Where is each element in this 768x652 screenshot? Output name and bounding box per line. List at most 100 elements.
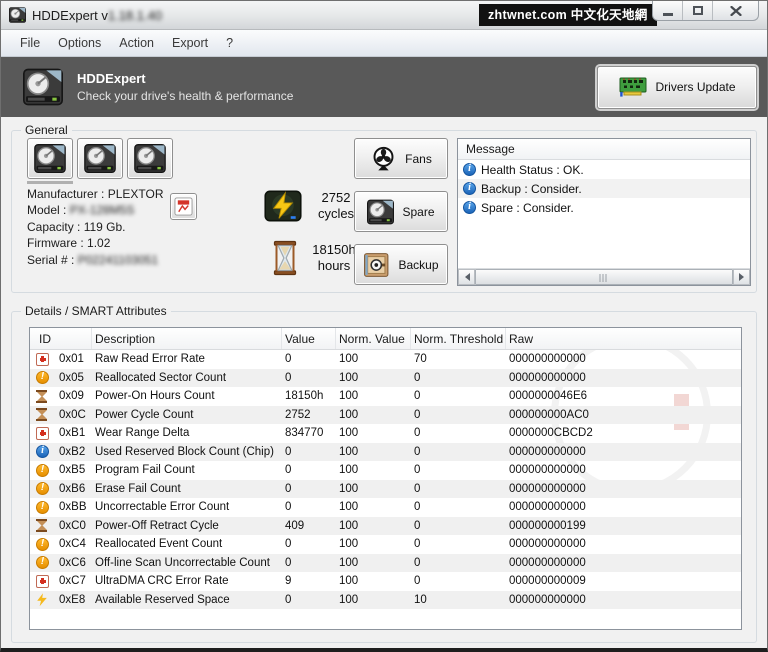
close-icon [729, 5, 742, 16]
app-icon [9, 7, 26, 23]
attribute-raw: 000000000000 [509, 556, 586, 569]
app-header: HDDExpert Check your drive's health & pe… [1, 57, 767, 117]
attribute-status-cell [36, 445, 56, 459]
smart-attribute-row[interactable]: 0xB5 Program Fail Count 0 100 0 00000000… [30, 461, 741, 480]
smart-attribute-row[interactable]: 0xB1 Wear Range Delta 834770 100 0 00000… [30, 424, 741, 443]
message-item[interactable]: Health Status : OK. [458, 160, 750, 179]
message-panel-header[interactable]: Message [458, 139, 750, 160]
smart-attribute-row[interactable]: 0xC4 Reallocated Event Count 0 100 0 000… [30, 535, 741, 554]
smart-attribute-row[interactable]: 0xE8 Available Reserved Space 0 100 10 0… [30, 590, 741, 609]
column-header-raw[interactable]: Raw [506, 328, 741, 349]
smart-group-label: Details / SMART Attributes [21, 304, 171, 318]
attribute-status-cell [36, 482, 56, 496]
attribute-norm-threshold: 0 [414, 445, 421, 458]
attribute-value: 0 [285, 464, 292, 477]
attribute-description: Available Reserved Space [95, 593, 230, 606]
attribute-norm-threshold: 0 [414, 519, 421, 532]
capacity-value: 119 Gb. [83, 219, 126, 234]
attribute-id: 0x0C [59, 408, 86, 421]
menu-item[interactable]: ? [217, 32, 242, 54]
column-header-value[interactable]: Value [282, 328, 336, 349]
warning-icon [36, 537, 49, 551]
menu-item[interactable]: Action [110, 32, 163, 54]
message-item[interactable]: Spare : Consider. [458, 198, 750, 217]
app-tagline: Check your drive's health & performance [77, 89, 294, 103]
smart-attribute-row[interactable]: 0xC6 Off-line Scan Uncorrectable Count 0… [30, 553, 741, 572]
attribute-description: Raw Read Error Rate [95, 353, 205, 366]
attribute-raw: 000000000000 [509, 593, 586, 606]
minimize-button[interactable] [653, 1, 683, 20]
attribute-value: 0 [285, 371, 292, 384]
menu-bar: File Options Action Export? [1, 30, 767, 57]
attribute-description: Erase Fail Count [95, 482, 181, 495]
attribute-status-cell [36, 463, 56, 477]
smart-attribute-row[interactable]: 0xC7 UltraDMA CRC Error Rate 9 100 0 000… [30, 572, 741, 591]
info-icon [463, 201, 476, 214]
attribute-status-cell [36, 537, 56, 551]
power-cycles-stat: 2752 cycles [264, 189, 362, 223]
drive-button-3[interactable] [127, 138, 173, 179]
firmware-value: 1.02 [87, 236, 111, 251]
smart-attribute-row[interactable]: 0x0C Power Cycle Count 2752 100 0 000000… [30, 405, 741, 424]
attribute-id: 0xE8 [59, 593, 86, 606]
message-item[interactable]: Backup : Consider. [458, 179, 750, 198]
attribute-id: 0xB1 [59, 427, 86, 440]
spare-button[interactable]: Spare [354, 191, 448, 232]
attribute-value: 409 [285, 519, 305, 532]
power-on-hours-unit: hours [317, 258, 351, 273]
scroll-right-arrow[interactable] [733, 269, 750, 285]
report-button[interactable] [170, 193, 197, 220]
maximize-button[interactable] [683, 1, 713, 20]
smart-attribute-row[interactable]: 0xB6 Erase Fail Count 0 100 0 0000000000… [30, 479, 741, 498]
drivers-update-button[interactable]: Drivers Update [597, 65, 757, 109]
capacity-label: Capacity : [27, 219, 81, 234]
attribute-status-cell [36, 408, 56, 422]
power-on-hours-value: 18150h [312, 242, 356, 257]
attribute-description: Power Cycle Count [95, 408, 194, 421]
attribute-norm-value: 100 [339, 445, 359, 458]
general-group-label: General [21, 123, 72, 137]
menu-item[interactable]: Export [163, 32, 217, 54]
minimize-icon [662, 13, 673, 16]
close-button[interactable] [713, 1, 758, 20]
attribute-raw: 000000000AC0 [509, 408, 589, 421]
scroll-left-arrow[interactable] [458, 269, 475, 285]
menu-item[interactable]: Options [49, 32, 110, 54]
manufacturer-value: PLEXTOR [107, 187, 164, 201]
attribute-value: 9 [285, 575, 292, 588]
drive-button-1[interactable] [27, 138, 73, 179]
titlebar[interactable]: HDDExpert v1.18.1.40 zhtwnet.com 中文化天地網 [1, 1, 767, 30]
attribute-description: Off-line Scan Uncorrectable Count [95, 556, 270, 569]
column-header-id[interactable]: ID [36, 328, 92, 349]
attribute-norm-value: 100 [339, 556, 359, 569]
warning-icon [36, 556, 49, 570]
attribute-value: 0 [285, 538, 292, 551]
column-header-norm-value[interactable]: Norm. Value [336, 328, 411, 349]
attribute-norm-value: 100 [339, 519, 359, 532]
smart-attribute-row[interactable]: 0xBB Uncorrectable Error Count 0 100 0 0… [30, 498, 741, 517]
column-header-norm-threshold[interactable]: Norm. Threshold [411, 328, 506, 349]
smart-attribute-row[interactable]: 0x05 Reallocated Sector Count 0 100 0 00… [30, 368, 741, 387]
app-header-text: HDDExpert Check your drive's health & pe… [77, 71, 293, 103]
drive-button-2[interactable] [77, 138, 123, 179]
smart-group: Details / SMART Attributes ID Descriptio… [11, 304, 757, 643]
smart-attribute-row[interactable]: 0x09 Power-On Hours Count 18150h 100 0 0… [30, 387, 741, 406]
capacity-row: Capacity : 119 Gb. [27, 219, 164, 235]
scroll-thumb[interactable] [475, 269, 733, 285]
hourglass-icon [36, 519, 47, 533]
backup-button[interactable]: Backup [354, 244, 448, 285]
smart-attribute-row[interactable]: 0xB2 Used Reserved Block Count (Chip) 0 … [30, 442, 741, 461]
attribute-value: 2752 [285, 408, 311, 421]
menu-item[interactable]: File [11, 32, 49, 54]
smart-table: ID Description Value Norm. Value Norm. T… [29, 327, 742, 630]
attribute-raw: 000000000000 [509, 482, 586, 495]
manufacturer-label: Manufacturer : [27, 187, 105, 201]
attribute-description: Power-On Hours Count [95, 390, 215, 403]
smart-attribute-row[interactable]: 0x01 Raw Read Error Rate 0 100 70 000000… [30, 350, 741, 369]
attribute-value: 0 [285, 501, 292, 514]
fans-button[interactable]: Fans [354, 138, 448, 179]
attribute-description: Wear Range Delta [95, 427, 190, 440]
smart-attribute-row[interactable]: 0xC0 Power-Off Retract Cycle 409 100 0 0… [30, 516, 741, 535]
column-header-description[interactable]: Description [92, 328, 282, 349]
attribute-id: 0xC6 [59, 556, 86, 569]
